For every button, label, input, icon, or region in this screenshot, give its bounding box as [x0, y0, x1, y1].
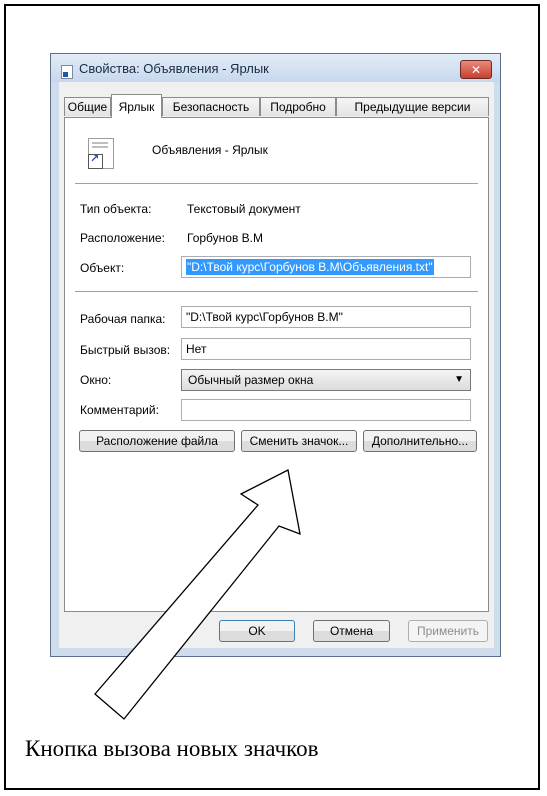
- callout-arrow: [94, 469, 301, 720]
- tab-shortcut[interactable]: Ярлык: [111, 94, 162, 118]
- figure-caption: Кнопка вызова новых значков: [25, 736, 319, 761]
